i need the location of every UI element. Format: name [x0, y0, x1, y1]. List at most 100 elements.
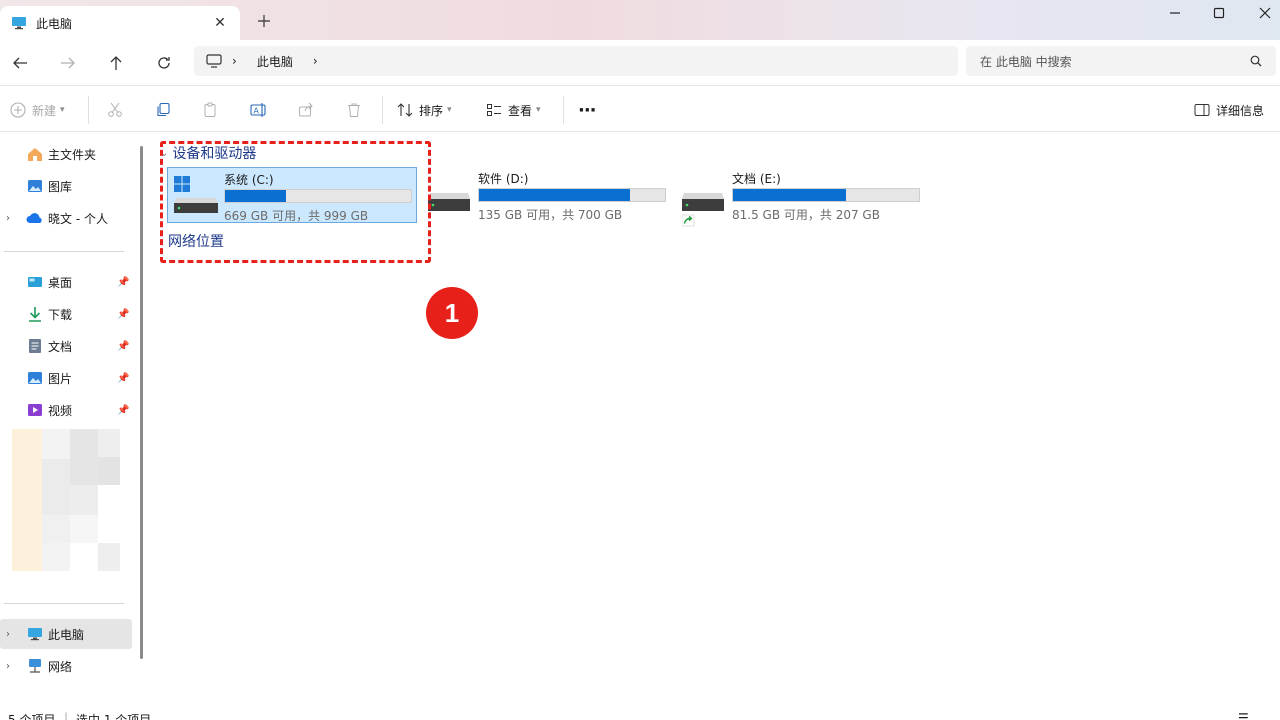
search-input[interactable]: 在 此电脑 中搜索: [966, 46, 1276, 76]
address-row: › 此电脑 › 在 此电脑 中搜索: [0, 40, 1280, 86]
pin-icon[interactable]: 📌: [117, 277, 129, 288]
download-icon: [26, 305, 44, 323]
sidebar-item-label: 下载: [48, 307, 73, 322]
new-tab-button[interactable]: [254, 11, 274, 31]
drive-item-d[interactable]: 软件 (D:) 135 GB 可用，共 700 GB: [422, 167, 672, 223]
chevron-down-icon: ▾: [536, 105, 541, 115]
sort-label: 排序: [419, 103, 444, 118]
drive-usage-fill: [479, 189, 630, 201]
delete-button[interactable]: [346, 96, 362, 124]
copy-button[interactable]: [155, 96, 171, 124]
sidebar-item-this-pc[interactable]: › 此电脑: [0, 619, 132, 649]
arrow-up-icon: [110, 56, 122, 70]
annotation-step-badge: 1: [426, 287, 478, 339]
refresh-button[interactable]: [148, 48, 180, 78]
up-button[interactable]: [100, 48, 132, 78]
view-button[interactable]: 查看 ▾: [486, 96, 541, 124]
address-bar[interactable]: › 此电脑 ›: [194, 46, 958, 76]
details-pane-icon: [1194, 104, 1210, 116]
copy-icon: [157, 102, 170, 117]
monitor-icon: [10, 14, 28, 32]
drive-icon: [428, 175, 472, 215]
details-pane-button[interactable]: 详细信息: [1194, 96, 1264, 124]
rename-icon: A: [250, 103, 266, 117]
pin-icon[interactable]: 📌: [117, 341, 129, 352]
drive-item-e[interactable]: 文档 (E:) 81.5 GB 可用，共 207 GB: [676, 167, 926, 227]
pin-icon[interactable]: 📌: [117, 405, 129, 416]
sidebar-item-documents[interactable]: 文档 📌: [0, 331, 132, 361]
gallery-icon: [26, 177, 44, 195]
drive-name: 文档 (E:): [732, 172, 781, 186]
share-button[interactable]: [298, 96, 314, 124]
details-label: 详细信息: [1216, 103, 1265, 118]
sidebar-item-label: 网络: [48, 659, 73, 674]
status-selected-count: 选中 1 个项目: [76, 713, 152, 720]
svg-text:A: A: [254, 107, 260, 116]
title-bar: 此电脑 ✕: [0, 0, 1280, 40]
chevron-down-icon: ▾: [447, 105, 452, 115]
forward-button[interactable]: [52, 48, 84, 78]
sidebar-item-gallery[interactable]: 图库: [0, 171, 132, 201]
breadcrumb-separator[interactable]: ›: [232, 54, 237, 68]
view-label: 查看: [508, 103, 533, 118]
divider: [563, 96, 564, 124]
arrow-left-icon: [13, 57, 27, 69]
sort-button[interactable]: 排序 ▾: [397, 96, 452, 124]
sort-icon: [397, 103, 413, 117]
share-icon: [299, 102, 313, 117]
drive-usage-bar: [478, 188, 666, 202]
divider: [88, 96, 89, 124]
paste-button[interactable]: [202, 96, 218, 124]
sidebar-item-videos[interactable]: 视频 📌: [0, 395, 132, 425]
documents-icon: [26, 337, 44, 355]
rename-button[interactable]: A: [250, 96, 268, 124]
drive-usage-fill: [733, 189, 847, 201]
chevron-right-icon[interactable]: ›: [6, 213, 10, 224]
breadcrumb-this-pc[interactable]: 此电脑: [257, 53, 293, 70]
sidebar-item-onedrive[interactable]: › 晓文 - 个人: [0, 203, 132, 233]
close-tab-button[interactable]: ✕: [210, 13, 230, 33]
drive-usage-bar: [732, 188, 920, 202]
sidebar-item-downloads[interactable]: 下载 📌: [0, 299, 132, 329]
videos-icon: [26, 401, 44, 419]
more-options-button[interactable]: ···: [578, 96, 596, 124]
pin-icon[interactable]: 📌: [117, 309, 129, 320]
breadcrumb-separator[interactable]: ›: [313, 54, 318, 68]
chevron-right-icon[interactable]: ›: [6, 661, 10, 672]
divider: [4, 603, 124, 604]
new-button[interactable]: 新建 ▾: [10, 96, 65, 124]
tab-this-pc[interactable]: 此电脑 ✕: [0, 6, 240, 40]
cut-button[interactable]: [107, 96, 123, 124]
sidebar-item-desktop[interactable]: 桌面 📌: [0, 267, 132, 297]
plus-icon: [258, 15, 270, 27]
search-icon: [1250, 55, 1262, 67]
sidebar-item-label: 图库: [48, 179, 73, 194]
navigation-pane: 主文件夹 图库 › 晓文 - 个人 桌面 📌 下载 📌 文档 📌 图片 📌 视频…: [0, 133, 148, 708]
trash-icon: [348, 103, 360, 117]
sidebar-item-network[interactable]: › 网络: [0, 651, 132, 681]
sidebar-item-pictures[interactable]: 图片 📌: [0, 363, 132, 393]
more-icon: ···: [578, 99, 596, 121]
annotation-highlight-box: [160, 141, 431, 263]
pin-icon[interactable]: 📌: [117, 373, 129, 384]
status-divider: |: [64, 711, 69, 720]
divider: [382, 96, 383, 124]
arrow-right-icon: [61, 57, 75, 69]
close-window-button[interactable]: [1242, 0, 1280, 26]
desktop-icon: [26, 273, 44, 291]
back-button[interactable]: [4, 48, 36, 78]
sidebar-item-label: 此电脑: [48, 627, 85, 642]
drive-info: 81.5 GB 可用，共 207 GB: [732, 208, 880, 222]
sidebar-item-home[interactable]: 主文件夹: [0, 139, 132, 169]
sidebar-scrollbar[interactable]: [140, 146, 143, 659]
chevron-right-icon[interactable]: ›: [6, 629, 10, 640]
sidebar-item-label: 晓文 - 个人: [48, 211, 108, 226]
maximize-button[interactable]: [1196, 0, 1242, 26]
shared-drive-icon: [681, 175, 726, 227]
minimize-button[interactable]: [1152, 0, 1198, 26]
details-view-icon[interactable]: ☰: [1238, 711, 1249, 720]
add-circle-icon: [10, 102, 26, 118]
clipboard-icon: [204, 102, 216, 117]
sidebar-item-label: 视频: [48, 403, 73, 418]
maximize-icon: [1213, 7, 1225, 19]
